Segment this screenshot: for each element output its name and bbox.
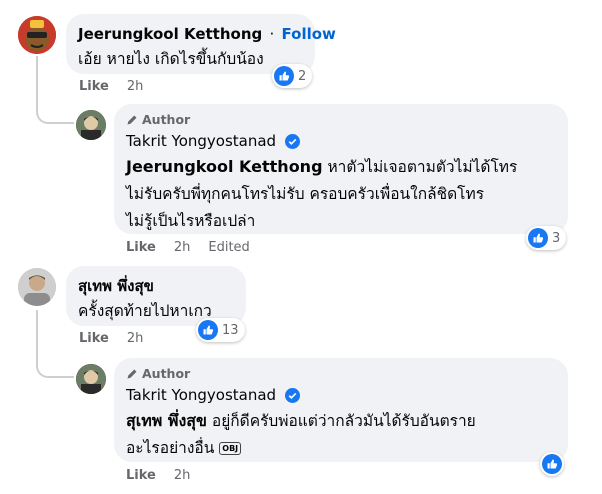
reply-author[interactable]: Takrit Yongyostanad	[126, 386, 276, 404]
author-badge-label: Author	[142, 366, 191, 381]
timestamp[interactable]: 2h	[174, 468, 191, 483]
thumbs-up-icon	[542, 454, 562, 474]
reply-author-row: Takrit Yongyostanad	[126, 385, 556, 405]
reply-text: สุเทพ พึ่งสุข อยู่ก็ดีครับพ่อแต่ว่ากลัวม…	[126, 407, 556, 462]
reaction-count[interactable]: 13	[196, 318, 245, 342]
thread-connector	[36, 96, 74, 124]
thumbs-up-icon	[198, 320, 218, 340]
comment-actions: Like 2h	[79, 79, 143, 94]
comment-author[interactable]: สุเทพ พึ่งสุข	[78, 276, 234, 296]
author-badge: Author	[126, 366, 556, 381]
comment-bubble: สุเทพ พึ่งสุข ครั้งสุดท้ายไปหาเกว	[66, 266, 246, 326]
reply-text-line: อยู่ก็ดีครับพ่อแต่ว่ากลัวมันได้รับอันตรา…	[206, 412, 476, 430]
avatar[interactable]	[76, 364, 106, 394]
thumbs-up-icon	[528, 228, 548, 248]
follow-button[interactable]: Follow	[282, 25, 336, 43]
timestamp[interactable]: 2h	[127, 331, 144, 346]
verified-badge-icon	[284, 388, 300, 403]
comment-author[interactable]: Jeerungkool Ketthong	[78, 25, 262, 43]
edited-label[interactable]: Edited	[208, 240, 249, 255]
reply-text-line: หาตัวไม่เจอตามตัวไม่ได้โทร	[322, 158, 518, 176]
mention-link[interactable]: สุเทพ พึ่งสุข	[126, 411, 207, 430]
reaction-count-value: 2	[298, 68, 307, 84]
reaction-count[interactable]: 3	[526, 226, 567, 250]
reply-text-line: ไม่รับครับพี่ทุกคนโทรไม่รับ ครอบครัวเพื่…	[126, 185, 485, 203]
reply-text: Jeerungkool Ketthong หาตัวไม่เจอตามตัวไม…	[126, 153, 556, 235]
separator: ·	[269, 25, 275, 43]
avatar[interactable]	[18, 16, 56, 54]
pen-author-icon	[127, 115, 137, 124]
like-button[interactable]: Like	[126, 468, 156, 483]
mention-link[interactable]: Jeerungkool Ketthong	[126, 157, 323, 176]
reply-bubble: Author Takrit Yongyostanad Jeerungkool K…	[114, 104, 568, 234]
reply-actions: Like 2h Edited	[126, 240, 250, 255]
comment-author-row: Jeerungkool Ketthong · Follow	[78, 24, 336, 44]
avatar[interactable]	[76, 110, 106, 140]
comment-text: เอ้ย หายไง เกิดไรขึ้นกับน้อง	[78, 50, 264, 68]
reply-text-line: ไม่รู้เป็นไรหรือเปล่า	[126, 212, 256, 230]
reaction-count-value: 13	[222, 322, 239, 338]
reply-bubble: Author Takrit Yongyostanad สุเทพ พึ่งสุข…	[114, 358, 568, 462]
like-button[interactable]: Like	[126, 240, 156, 255]
reply-text-line: อะไรอย่างอื่น	[126, 439, 215, 457]
like-button[interactable]: Like	[79, 331, 109, 346]
reply-actions: Like 2h	[126, 468, 190, 483]
avatar[interactable]	[18, 268, 56, 306]
object-emoji: OBJ	[219, 442, 242, 455]
timestamp[interactable]: 2h	[174, 240, 191, 255]
timestamp[interactable]: 2h	[127, 79, 144, 94]
pen-author-icon	[127, 369, 137, 378]
thumbs-up-icon	[274, 66, 294, 86]
verified-badge-icon	[284, 134, 300, 149]
reply-author-row: Takrit Yongyostanad	[126, 131, 556, 151]
reaction-count[interactable]: 2	[272, 64, 313, 88]
like-button[interactable]: Like	[79, 79, 109, 94]
author-badge-label: Author	[142, 112, 191, 127]
author-badge: Author	[126, 112, 556, 127]
reaction-like-icon[interactable]	[540, 452, 564, 476]
reply-author[interactable]: Takrit Yongyostanad	[126, 132, 276, 150]
reaction-count-value: 3	[552, 230, 561, 246]
thread-connector	[36, 350, 74, 378]
comment-actions: Like 2h	[79, 331, 143, 346]
